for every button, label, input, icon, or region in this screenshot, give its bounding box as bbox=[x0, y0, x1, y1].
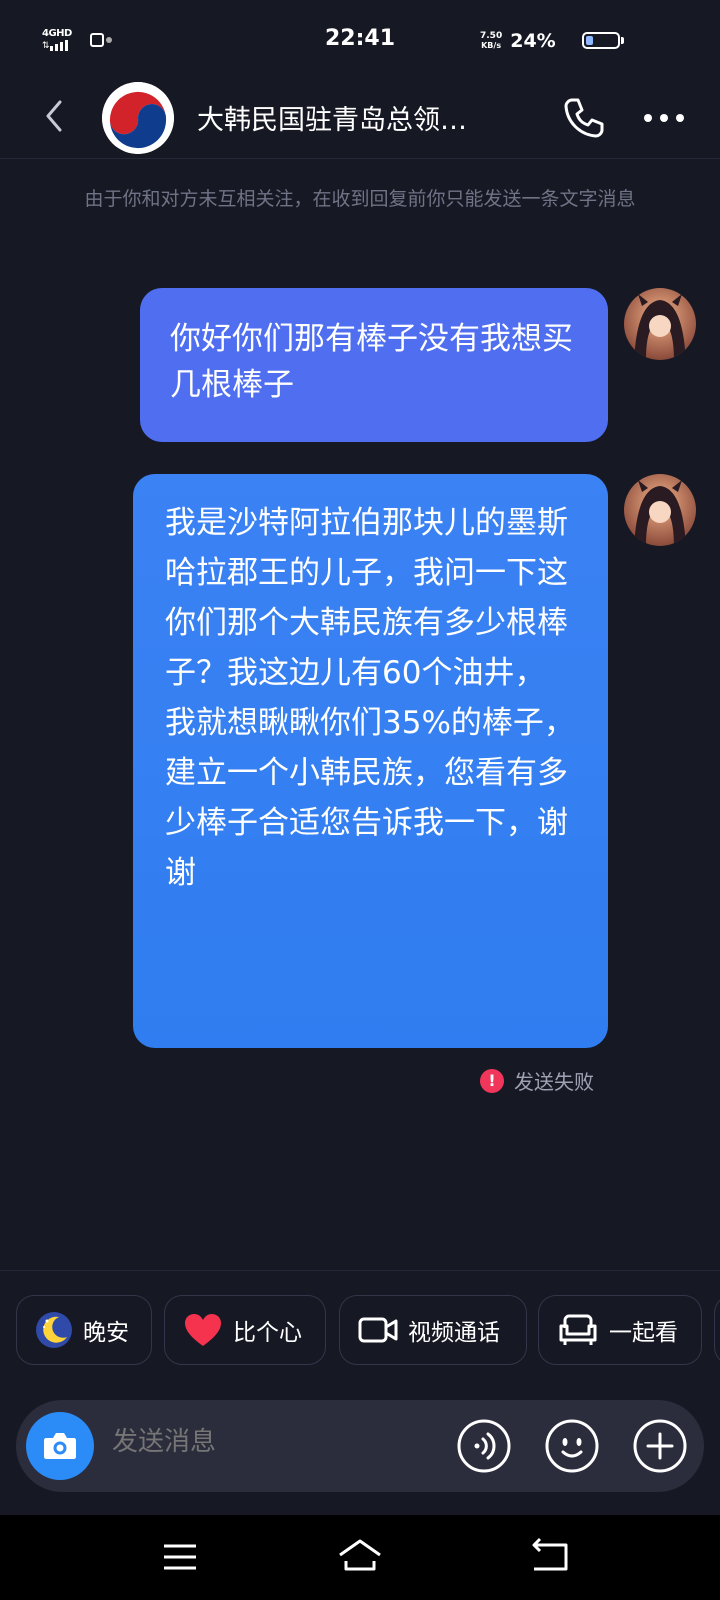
message-bubble[interactable]: 我是沙特阿拉伯那块儿的墨斯哈拉郡王的儿子，我问一下这你们那个大韩民族有多少根棒子… bbox=[133, 474, 608, 1048]
camera-button[interactable] bbox=[26, 1412, 94, 1480]
camera-icon bbox=[44, 1433, 76, 1459]
moon-icon bbox=[36, 1312, 72, 1348]
status-right: 7.50 KB/s 24% bbox=[480, 30, 556, 52]
voice-call-button[interactable] bbox=[560, 94, 608, 142]
video-icon bbox=[358, 1317, 398, 1343]
phone-icon bbox=[564, 98, 604, 138]
quick-reply-heart[interactable]: 比个心 bbox=[164, 1295, 326, 1365]
status-bar: 4GHD ⇅ 22:41 7.50 KB/s 24% bbox=[0, 0, 720, 80]
error-icon: ! bbox=[480, 1068, 504, 1093]
quick-reply-label: 晚安 bbox=[83, 1320, 129, 1346]
battery-tip bbox=[621, 37, 624, 44]
speed-unit: KB/s bbox=[481, 41, 502, 50]
voice-icon bbox=[457, 1419, 511, 1473]
plus-icon bbox=[633, 1419, 687, 1473]
battery-percent: 24% bbox=[510, 30, 556, 52]
emoji-icon bbox=[545, 1419, 599, 1473]
heart-icon bbox=[185, 1314, 221, 1346]
quick-reply-row: 晚安 比个心 视频通话 一起看 bbox=[16, 1295, 720, 1367]
quick-reply-video-call[interactable]: 视频通话 bbox=[339, 1295, 527, 1365]
nav-home-button[interactable] bbox=[336, 1535, 384, 1579]
message-input-bar bbox=[16, 1400, 704, 1492]
speed-value: 7.50 bbox=[480, 31, 503, 41]
emoji-button[interactable] bbox=[544, 1418, 600, 1474]
sofa-icon bbox=[559, 1314, 597, 1345]
more-button[interactable] bbox=[640, 100, 688, 136]
user-avatar[interactable] bbox=[624, 288, 696, 360]
chevron-left-icon bbox=[46, 100, 62, 132]
divider bbox=[0, 1270, 720, 1271]
anime-avatar-icon bbox=[624, 288, 696, 360]
nav-back-button[interactable] bbox=[526, 1535, 574, 1579]
battery-icon bbox=[582, 32, 620, 49]
nav-menu-button[interactable] bbox=[156, 1535, 204, 1579]
quick-reply-watch-together[interactable]: 一起看 bbox=[538, 1295, 702, 1365]
more-dots-icon bbox=[644, 114, 684, 122]
network-speed: 7.50 KB/s bbox=[480, 31, 502, 51]
home-icon bbox=[339, 1539, 381, 1571]
quick-reply-label: 一起看 bbox=[609, 1320, 678, 1346]
voice-message-button[interactable] bbox=[456, 1418, 512, 1474]
return-icon bbox=[532, 1537, 568, 1571]
system-nav-bar bbox=[0, 1515, 720, 1600]
back-button[interactable] bbox=[40, 96, 70, 136]
send-failed-label: 发送失败 bbox=[514, 1070, 594, 1094]
anime-avatar-icon bbox=[624, 474, 696, 546]
more-actions-button[interactable] bbox=[632, 1418, 688, 1474]
chat-title[interactable]: 大韩民国驻青岛总领… bbox=[197, 98, 467, 137]
contact-avatar[interactable] bbox=[102, 82, 174, 154]
message-bubble[interactable]: 你好你们那有棒子没有我想买几根棒子 bbox=[140, 288, 608, 442]
quick-reply-label: 比个心 bbox=[233, 1320, 302, 1346]
send-failed-status[interactable]: ! 发送失败 bbox=[480, 1066, 594, 1095]
korea-emblem-icon bbox=[102, 82, 174, 154]
user-avatar[interactable] bbox=[624, 474, 696, 546]
battery-level bbox=[586, 36, 593, 45]
menu-icon bbox=[164, 1544, 196, 1570]
quick-reply-goodnight[interactable]: 晚安 bbox=[16, 1295, 152, 1365]
quick-reply-label: 视频通话 bbox=[408, 1320, 500, 1346]
follow-restriction-notice: 由于你和对方未互相关注，在收到回复前你只能发送一条文字消息 bbox=[84, 188, 636, 210]
quick-reply-more[interactable] bbox=[714, 1295, 720, 1365]
message-input[interactable] bbox=[110, 1426, 414, 1458]
chat-header: 大韩民国驻青岛总领… bbox=[0, 80, 720, 159]
